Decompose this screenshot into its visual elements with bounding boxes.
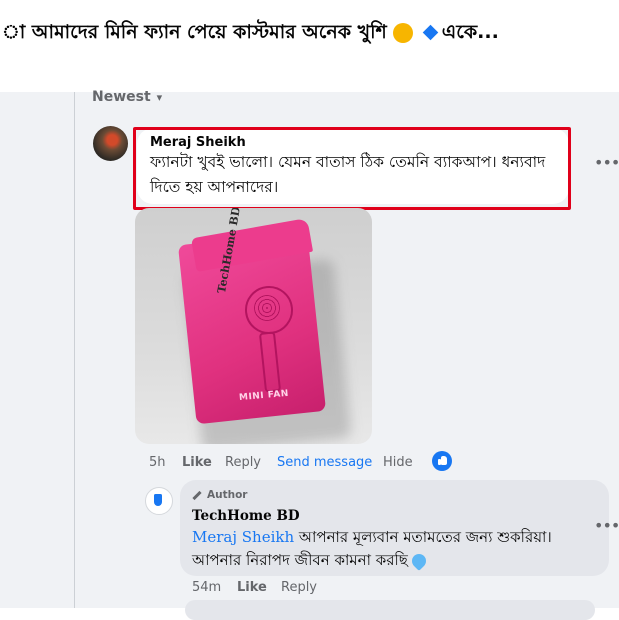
send-message-button[interactable]: Send message (277, 455, 372, 471)
page-avatar[interactable] (145, 487, 173, 515)
reply-author[interactable]: TechHome BD (192, 508, 300, 524)
reply-reply-button[interactable]: Reply (281, 580, 317, 596)
fan-grill (254, 295, 280, 321)
more-options-icon[interactable]: ••• (594, 155, 619, 171)
blue-heart-icon (408, 551, 429, 571)
commenter-avatar[interactable] (93, 126, 128, 161)
smiling-face-with-hearts-icon (392, 22, 413, 43)
reply-like-button[interactable]: Like (237, 580, 267, 596)
reply-time[interactable]: 54m (192, 580, 221, 596)
like-reaction-icon[interactable] (432, 451, 452, 471)
pencil-icon (192, 490, 202, 500)
reply-mention[interactable]: Meraj Sheikh (192, 528, 294, 546)
next-comment-bubble (185, 600, 595, 620)
author-badge-label: Author (207, 489, 248, 501)
reply-text: Meraj Sheikh আপনার মূল্যবান মতামতের জন্য… (192, 526, 597, 572)
like-button[interactable]: Like (182, 455, 212, 471)
chevron-down-icon: ▾ (156, 91, 163, 104)
thread-line (74, 92, 75, 608)
post-title-text: া আমাদের মিনি ফ্যান পেয়ে কাস্টমার অনেক … (2, 21, 387, 43)
post-title: া আমাদের মিনি ফ্যান পেয়ে কাস্টমার অনেক … (0, 14, 619, 54)
post-title-continuation[interactable]: একে... (442, 21, 499, 43)
comment-author[interactable]: Meraj Sheikh (150, 135, 246, 151)
blue-diamond-icon (422, 24, 439, 41)
author-badge: Author (192, 489, 248, 501)
reply-button[interactable]: Reply (225, 455, 261, 471)
comment-time[interactable]: 5h (149, 455, 166, 471)
comment-text: ফ্যানটা খুবই ভালো। যেমন বাতাস ঠিক তেমনি … (150, 153, 546, 196)
sort-label: Newest (92, 89, 151, 105)
comment-photo[interactable]: TechHome BD MINI FAN (135, 208, 372, 444)
reply-more-options-icon[interactable]: ••• (594, 518, 619, 534)
sort-dropdown[interactable]: Newest ▾ (92, 88, 162, 107)
hide-button[interactable]: Hide (383, 455, 413, 471)
